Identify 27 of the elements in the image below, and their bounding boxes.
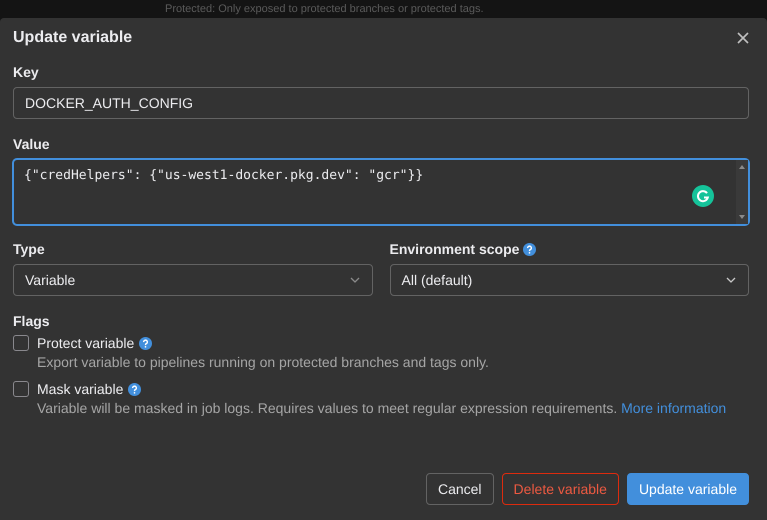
- dialog-title: Update variable: [13, 29, 132, 47]
- help-text: Variable will be masked in job logs. Requires values to meet regular expression requirements. More information: [37, 400, 728, 417]
- help-text: Export variable to pipelines running on protected branches and tags only.: [37, 354, 490, 371]
- type-dropdown[interactable]: Variable: [13, 264, 372, 296]
- scrollbar[interactable]: [736, 160, 748, 224]
- help-icon[interactable]: [128, 382, 142, 396]
- field-label: Type: [13, 241, 46, 257]
- checkbox-label[interactable]: Protect variable: [37, 335, 134, 351]
- checkbox-label[interactable]: Mask variable: [37, 381, 124, 397]
- field-label: Key: [13, 64, 40, 80]
- environment-scope-dropdown[interactable]: All (default): [390, 264, 749, 296]
- cancel-button[interactable]: Cancel: [426, 473, 494, 505]
- value-field[interactable]: {"credHelpers": {"us-west1-docker.pkg.dev": "gcr"}}: [13, 159, 749, 225]
- help-icon[interactable]: [139, 336, 152, 350]
- grammarly-icon[interactable]: [692, 185, 714, 207]
- field-label: Flags: [13, 313, 51, 329]
- more-information-link[interactable]: More information: [621, 400, 726, 416]
- checkbox[interactable]: [13, 381, 29, 397]
- key-field[interactable]: DOCKER_AUTH_CONFIG: [13, 87, 749, 119]
- background-text: Protected: Only exposed to protected branches or protected tags.: [165, 3, 484, 15]
- field-label: Environment scope: [390, 241, 520, 257]
- chevron-down-icon: [726, 277, 736, 283]
- field-label: Value: [13, 136, 51, 152]
- chevron-down-icon: [350, 277, 360, 283]
- delete-button[interactable]: Delete variable: [502, 473, 619, 505]
- checkbox[interactable]: [13, 335, 29, 351]
- help-icon[interactable]: [523, 242, 536, 256]
